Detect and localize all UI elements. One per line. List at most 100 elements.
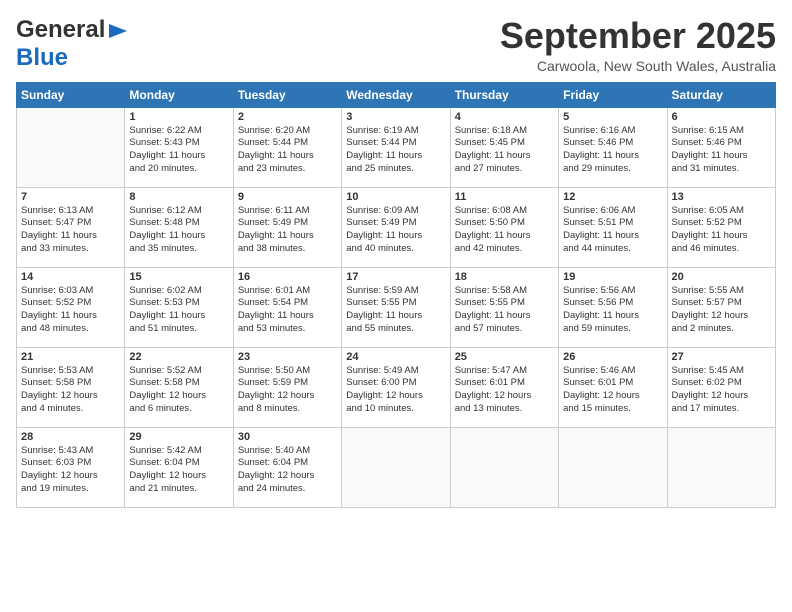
day-info-line: Daylight: 12 hours (129, 470, 206, 481)
day-info-line: Daylight: 11 hours (563, 150, 639, 161)
day-info-line: Sunset: 5:58 PM (129, 377, 199, 388)
calendar-cell: 22Sunrise: 5:52 AMSunset: 5:58 PMDayligh… (125, 347, 233, 427)
day-info-line: Sunset: 5:43 PM (129, 137, 199, 148)
month-title: September 2025 (500, 16, 776, 56)
day-info-line: and 46 minutes. (672, 243, 740, 254)
day-info-line: Daylight: 11 hours (238, 310, 314, 321)
calendar-cell: 23 Sunrise: 5:50 AMSunset: 5:59 PM Dayligh… (233, 347, 341, 427)
calendar-cell: 25Sunrise: 5:47 AMSunset: 6:01 PMDayligh… (450, 347, 558, 427)
day-number: 30 (238, 431, 337, 443)
calendar-cell: 20Sunrise: 5:55 AMSunset: 5:57 PMDayligh… (667, 267, 775, 347)
day-info-line: Daylight: 11 hours (563, 230, 639, 241)
day-number: 5 (563, 111, 662, 123)
day-info-line: and 48 minutes. (21, 323, 89, 334)
day-info-line: and 55 minutes. (346, 323, 414, 334)
day-info-line: Sunset: 5:52 PM (672, 217, 742, 228)
day-info-line: Sunset: 5:45 PM (455, 137, 525, 148)
day-info-line: Sunrise: 5:45 AM (672, 365, 744, 376)
day-info-line: Sunset: 5:52 PM (21, 297, 91, 308)
calendar-cell: 29Sunrise: 5:42 AMSunset: 6:04 PMDayligh… (125, 427, 233, 507)
calendar-cell: 26Sunrise: 5:46 AMSunset: 6:01 PMDayligh… (559, 347, 667, 427)
day-info-line: Daylight: 11 hours (346, 150, 422, 161)
day-info-line: Daylight: 11 hours (238, 230, 314, 241)
day-info-line: Daylight: 11 hours (455, 230, 531, 241)
day-number: 27 (672, 351, 771, 363)
logo-general: General (16, 16, 105, 44)
day-info-line: Sunset: 6:01 PM (563, 377, 633, 388)
calendar-cell: 24Sunrise: 5:49 AMSunset: 6:00 PMDayligh… (342, 347, 450, 427)
day-info-line: and 35 minutes. (129, 243, 197, 254)
day-info: Sunrise: 6:22 AMSunset: 5:43 PMDaylight:… (129, 125, 228, 176)
day-info-line: and 20 minutes. (129, 163, 197, 174)
day-header-sunday: Sunday (17, 82, 125, 107)
day-info-line: Sunset: 5:55 PM (455, 297, 525, 308)
day-info-line: Daylight: 11 hours (129, 230, 205, 241)
day-info-line: and 15 minutes. (563, 403, 631, 414)
day-info-line: Daylight: 12 hours (21, 470, 98, 481)
calendar-cell (450, 427, 558, 507)
day-info-line: and 29 minutes. (563, 163, 631, 174)
calendar-cell: 19Sunrise: 5:56 AMSunset: 5:56 PMDayligh… (559, 267, 667, 347)
day-info-line: Sunrise: 5:50 AM (238, 365, 310, 376)
day-info-line: Daylight: 11 hours (455, 310, 531, 321)
day-info-line: Sunrise: 6:09 AM (346, 205, 418, 216)
day-info-line: Sunset: 5:53 PM (129, 297, 199, 308)
calendar-cell: 15Sunrise: 6:02 AMSunset: 5:53 PMDayligh… (125, 267, 233, 347)
calendar-cell: 18Sunrise: 5:58 AMSunset: 5:55 PMDayligh… (450, 267, 558, 347)
day-number: 13 (672, 191, 771, 203)
day-info: Sunrise: 6:20 AMSunset: 5:44 PMDaylight:… (238, 125, 337, 176)
day-number: 14 (21, 271, 120, 283)
page-header: General Blue September 2025 Carwoola, Ne… (16, 16, 776, 74)
day-info-line: Sunrise: 6:02 AM (129, 285, 201, 296)
day-info-line: Sunset: 6:04 PM (238, 457, 308, 468)
day-info-line: Sunrise: 6:12 AM (129, 205, 201, 216)
day-info-line: Sunrise: 5:46 AM (563, 365, 635, 376)
day-info-line: Sunrise: 6:06 AM (563, 205, 635, 216)
day-info-line: and 17 minutes. (672, 403, 740, 414)
day-info: Sunrise: 6:15 AMSunset: 5:46 PMDaylight:… (672, 125, 771, 176)
day-number: 23 (238, 351, 337, 363)
day-info: Sunrise: 6:03 AMSunset: 5:52 PMDaylight:… (21, 285, 120, 336)
calendar-cell: 13Sunrise: 6:05 AMSunset: 5:52 PMDayligh… (667, 187, 775, 267)
day-info-line: Sunset: 5:58 PM (21, 377, 91, 388)
day-info-line: Sunrise: 5:55 AM (672, 285, 744, 296)
day-info-line: Sunset: 6:04 PM (129, 457, 199, 468)
day-info-line: Sunrise: 5:47 AM (455, 365, 527, 376)
calendar-cell: 14 Sunrise: 6:03 AMSunset: 5:52 PMDayligh… (17, 267, 125, 347)
day-info-line: and 8 minutes. (238, 403, 300, 414)
day-number: 25 (455, 351, 554, 363)
calendar-cell: 30Sunrise: 5:40 AMSunset: 6:04 PMDayligh… (233, 427, 341, 507)
day-info-line: Sunrise: 5:53 AM (21, 365, 93, 376)
day-number: 8 (129, 191, 228, 203)
day-info-line: Sunset: 5:50 PM (455, 217, 525, 228)
day-info-line: Daylight: 12 hours (129, 390, 206, 401)
day-info-line: Daylight: 12 hours (238, 390, 315, 401)
day-header-monday: Monday (125, 82, 233, 107)
logo: General Blue (16, 16, 129, 72)
day-info-line: Sunrise: 6:08 AM (455, 205, 527, 216)
calendar-cell: 27Sunrise: 5:45 AMSunset: 6:02 PMDayligh… (667, 347, 775, 427)
day-info-line: Sunset: 5:59 PM (238, 377, 308, 388)
day-info-line: Daylight: 11 hours (346, 230, 422, 241)
day-info-line: and 2 minutes. (672, 323, 734, 334)
calendar-cell: 3Sunrise: 6:19 AMSunset: 5:44 PMDaylight… (342, 107, 450, 187)
day-info-line: Sunset: 5:44 PM (238, 137, 308, 148)
calendar-header-row: SundayMondayTuesdayWednesdayThursdayFrid… (17, 82, 776, 107)
day-info-line: Daylight: 12 hours (238, 470, 315, 481)
calendar-cell: 17Sunrise: 5:59 AMSunset: 5:55 PMDayligh… (342, 267, 450, 347)
calendar-cell: 9Sunrise: 6:11 AMSunset: 5:49 PMDaylight… (233, 187, 341, 267)
day-info-line: Daylight: 11 hours (455, 150, 531, 161)
day-info-line: Daylight: 11 hours (672, 230, 748, 241)
day-info-line: and 53 minutes. (238, 323, 306, 334)
day-number: 9 (238, 191, 337, 203)
day-info-line: and 4 minutes. (21, 403, 83, 414)
day-info: Sunrise: 6:02 AMSunset: 5:53 PMDaylight:… (129, 285, 228, 336)
logo-flag-icon (107, 22, 129, 40)
calendar-week-3: 14 Sunrise: 6:03 AMSunset: 5:52 PMDayligh… (17, 267, 776, 347)
day-info: Sunrise: 6:13 AMSunset: 5:47 PMDaylight:… (21, 205, 120, 256)
calendar-cell: 16Sunrise: 6:01 AMSunset: 5:54 PMDayligh… (233, 267, 341, 347)
day-info-line: and 27 minutes. (455, 163, 523, 174)
day-info-line: Sunset: 5:46 PM (672, 137, 742, 148)
day-info: Sunrise: 5:59 AMSunset: 5:55 PMDaylight:… (346, 285, 445, 336)
calendar-cell: 21Sunrise: 5:53 AMSunset: 5:58 PMDayligh… (17, 347, 125, 427)
